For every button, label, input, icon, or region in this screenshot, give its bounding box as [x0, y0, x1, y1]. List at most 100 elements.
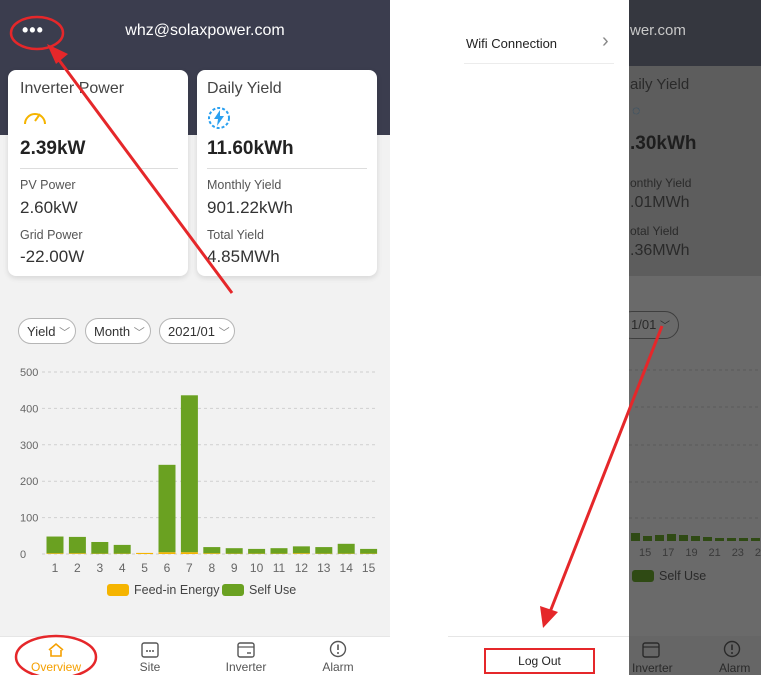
bar-self-use: [292, 546, 310, 554]
bar-feed-in-energy: [158, 552, 176, 554]
bar-feed-in-energy: [292, 553, 310, 554]
daily-yield-value: 11.60kWh: [207, 138, 294, 159]
x-tick-label: 2: [74, 561, 81, 575]
bar-self-use: [360, 548, 378, 554]
nav-inverter[interactable]: Inverter: [206, 638, 286, 674]
legend-swatch: [222, 584, 244, 596]
divider: [207, 168, 367, 169]
filter-period-dropdown[interactable]: Month ﹀: [85, 318, 151, 344]
monthly-yield-label: Monthly Yield: [207, 178, 282, 192]
grid-power-value: -22.00W: [20, 247, 85, 266]
x-tick-label: 15: [362, 561, 376, 575]
logout-divider: [448, 636, 629, 637]
site-icon: [141, 642, 159, 658]
dimmed-legend-label: Self Use: [659, 569, 707, 583]
bar-self-use: [68, 536, 86, 554]
y-tick-label: 300: [20, 440, 38, 452]
dimmed-title: aily Yield: [630, 76, 690, 93]
dimmed-legend: Self Use: [632, 569, 706, 583]
x-tick-label: 6: [164, 561, 171, 575]
menu-item-label: Wifi Connection: [466, 36, 558, 51]
filter-type-dropdown[interactable]: Yield ﹀: [18, 318, 76, 344]
yield-bar-chart: 01002003004005001 2 3 4 5 6 7 8 9 10 11 12 13 14 15: [20, 367, 378, 575]
filter-date-dropdown[interactable]: 2021/01 ﹀: [159, 318, 235, 344]
y-tick-label: 200: [20, 476, 38, 488]
gauge-icon: [24, 113, 46, 125]
dimmed-chevron-icon: ﹀: [659, 321, 670, 332]
x-tick-label: 7: [186, 561, 193, 575]
y-tick-label: 100: [20, 513, 38, 525]
dimmed-inverter-icon: [642, 642, 660, 658]
dimmed-monthly-label: onthly Yield: [630, 176, 692, 190]
dimmed-email: wer.com: [630, 22, 686, 39]
y-tick-label: 0: [20, 549, 26, 561]
inverter-power-value: 2.39kW: [20, 138, 86, 159]
bar-self-use: [225, 548, 243, 554]
chevron-down-icon: ﹀: [59, 327, 71, 339]
bar-self-use: [91, 541, 109, 554]
nav-label: Alarm: [322, 660, 354, 674]
alarm-icon: [329, 640, 347, 658]
bar-self-use: [180, 395, 198, 553]
legend-swatch: [107, 584, 129, 596]
x-tick-label: 10: [250, 561, 264, 575]
y-tick-label: 500: [20, 367, 38, 379]
logout-button[interactable]: Log Out: [484, 648, 595, 674]
total-yield-value: 4.85MWh: [207, 247, 280, 266]
bar-feed-in-energy: [46, 553, 64, 554]
daily-yield-card[interactable]: Daily Yield 11.60kWh Monthly Yield 901.2…: [197, 70, 377, 276]
dimmed-alarm-icon: [723, 640, 741, 658]
nav-overview[interactable]: Overview: [16, 638, 96, 674]
bar-self-use: [158, 464, 176, 553]
dimmed-icon: ◌: [632, 102, 641, 118]
dimmed-x-labels: 15 17 19 21 23 2: [639, 547, 761, 559]
y-tick-label: 400: [20, 403, 38, 415]
x-tick-label: 3: [96, 561, 103, 575]
dimmed-x-label: 21: [708, 547, 721, 559]
x-tick-label: 9: [231, 561, 238, 575]
divider: [20, 168, 178, 169]
filter-label: Yield: [27, 324, 56, 339]
dimmed-legend-swatch: [632, 570, 654, 582]
chevron-down-icon: ﹀: [133, 327, 145, 339]
dimmed-filter-label: 1/01: [631, 317, 657, 332]
nav-alarm[interactable]: Alarm: [298, 638, 378, 674]
x-tick-label: 12: [295, 561, 309, 575]
x-tick-label: 8: [208, 561, 215, 575]
pv-power-label: PV Power: [20, 178, 76, 192]
dimmed-x-label: 17: [662, 547, 675, 559]
x-tick-label: 5: [141, 561, 148, 575]
nav-site[interactable]: Site: [110, 638, 190, 674]
inverter-icon: [237, 642, 255, 658]
inverter-power-card[interactable]: Inverter Power 2.39kW PV Power 2.60kW Gr…: [8, 70, 188, 276]
dimmed-monthly-value: .01MWh: [630, 194, 690, 211]
bar-self-use: [46, 536, 64, 554]
dimmed-gridlines: [629, 369, 761, 541]
nav-label: Site: [139, 660, 161, 674]
legend-feed-in: Feed-in Energy: [107, 583, 219, 597]
grid-power-label: Grid Power: [20, 228, 83, 242]
total-yield-label: Total Yield: [207, 228, 264, 242]
side-drawer: Wifi Connection › Log Out: [448, 0, 629, 675]
x-tick-label: 1: [52, 561, 59, 575]
dimmed-total-label: otal Yield: [630, 224, 679, 238]
bar-self-use: [203, 547, 221, 554]
dimmed-x-label: 15: [639, 547, 652, 559]
dimmed-nav-label: Inverter: [632, 661, 673, 675]
pv-power-value: 2.60kW: [20, 198, 78, 217]
filter-label: Month: [94, 324, 131, 339]
menu-item-wifi-connection[interactable]: Wifi Connection ›: [464, 26, 614, 64]
x-tick-label: 14: [340, 561, 354, 575]
bar-feed-in-energy: [180, 552, 198, 554]
home-icon: [48, 642, 64, 657]
dimmed-x-label: 2: [754, 547, 761, 559]
nav-label: Inverter: [225, 660, 267, 674]
card-title: Daily Yield: [207, 80, 282, 97]
chevron-down-icon: ﹀: [218, 327, 230, 339]
legend-self-use: Self Use: [222, 583, 296, 597]
bar-feed-in-energy: [203, 553, 221, 554]
bar-self-use: [337, 543, 355, 554]
dimmed-value: .30kWh: [630, 133, 697, 154]
nav-label: Overview: [30, 660, 81, 674]
dimmed-x-label: 23: [731, 547, 744, 559]
